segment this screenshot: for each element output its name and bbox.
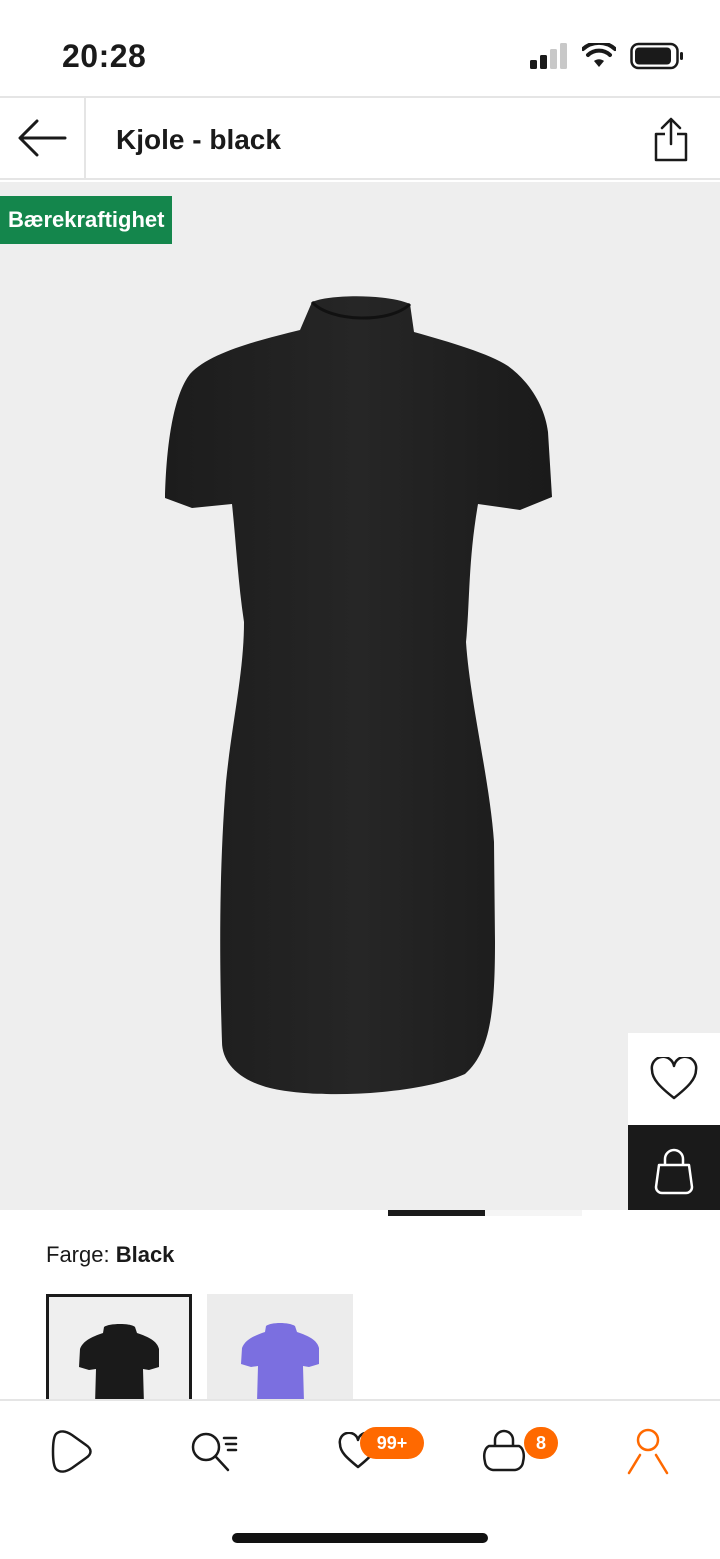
add-to-bag-button[interactable] — [628, 1125, 720, 1210]
product-image[interactable]: Bærekraftighet — [0, 182, 720, 1210]
color-swatch-black[interactable] — [46, 1294, 192, 1402]
header: Kjole - black — [0, 96, 720, 180]
add-to-wishlist-button[interactable] — [628, 1033, 720, 1125]
carousel-active-segment — [388, 1210, 485, 1216]
heart-icon — [650, 1057, 698, 1100]
color-swatch-purple[interactable] — [207, 1294, 353, 1402]
share-button[interactable] — [648, 114, 694, 164]
bag-count-badge: 8 — [524, 1427, 558, 1459]
sustainability-badge[interactable]: Bærekraftighet — [0, 196, 173, 244]
share-icon — [654, 117, 688, 162]
status-bar: 20:28 — [0, 0, 720, 96]
arrow-left-icon — [18, 119, 67, 157]
wifi-icon — [582, 43, 616, 67]
color-label: Farge: Black — [46, 1242, 174, 1268]
page-title: Kjole - black — [116, 124, 281, 155]
image-carousel-indicator — [388, 1210, 582, 1216]
wishlist-count-badge: 99+ — [360, 1427, 424, 1459]
nav-bag[interactable] — [474, 1423, 534, 1479]
purple-dress-thumbnail — [241, 1323, 319, 1402]
nav-search[interactable] — [184, 1423, 244, 1479]
nav-profile[interactable] — [618, 1423, 678, 1479]
black-dress-thumbnail — [79, 1324, 159, 1402]
play-logo-icon — [51, 1430, 92, 1473]
home-indicator — [232, 1533, 488, 1543]
search-list-icon — [191, 1432, 238, 1472]
back-button[interactable] — [0, 98, 86, 178]
color-label-text: Farge: — [46, 1242, 116, 1267]
bag-icon — [654, 1148, 694, 1195]
person-icon — [627, 1428, 669, 1475]
dress-image — [165, 296, 552, 1095]
signal-icon — [530, 43, 567, 69]
battery-icon — [630, 42, 683, 70]
status-icons — [530, 42, 684, 70]
nav-home[interactable] — [40, 1423, 100, 1479]
bag-icon — [482, 1429, 526, 1472]
status-time: 20:28 — [62, 38, 147, 74]
selected-color-name: Black — [115, 1242, 175, 1267]
